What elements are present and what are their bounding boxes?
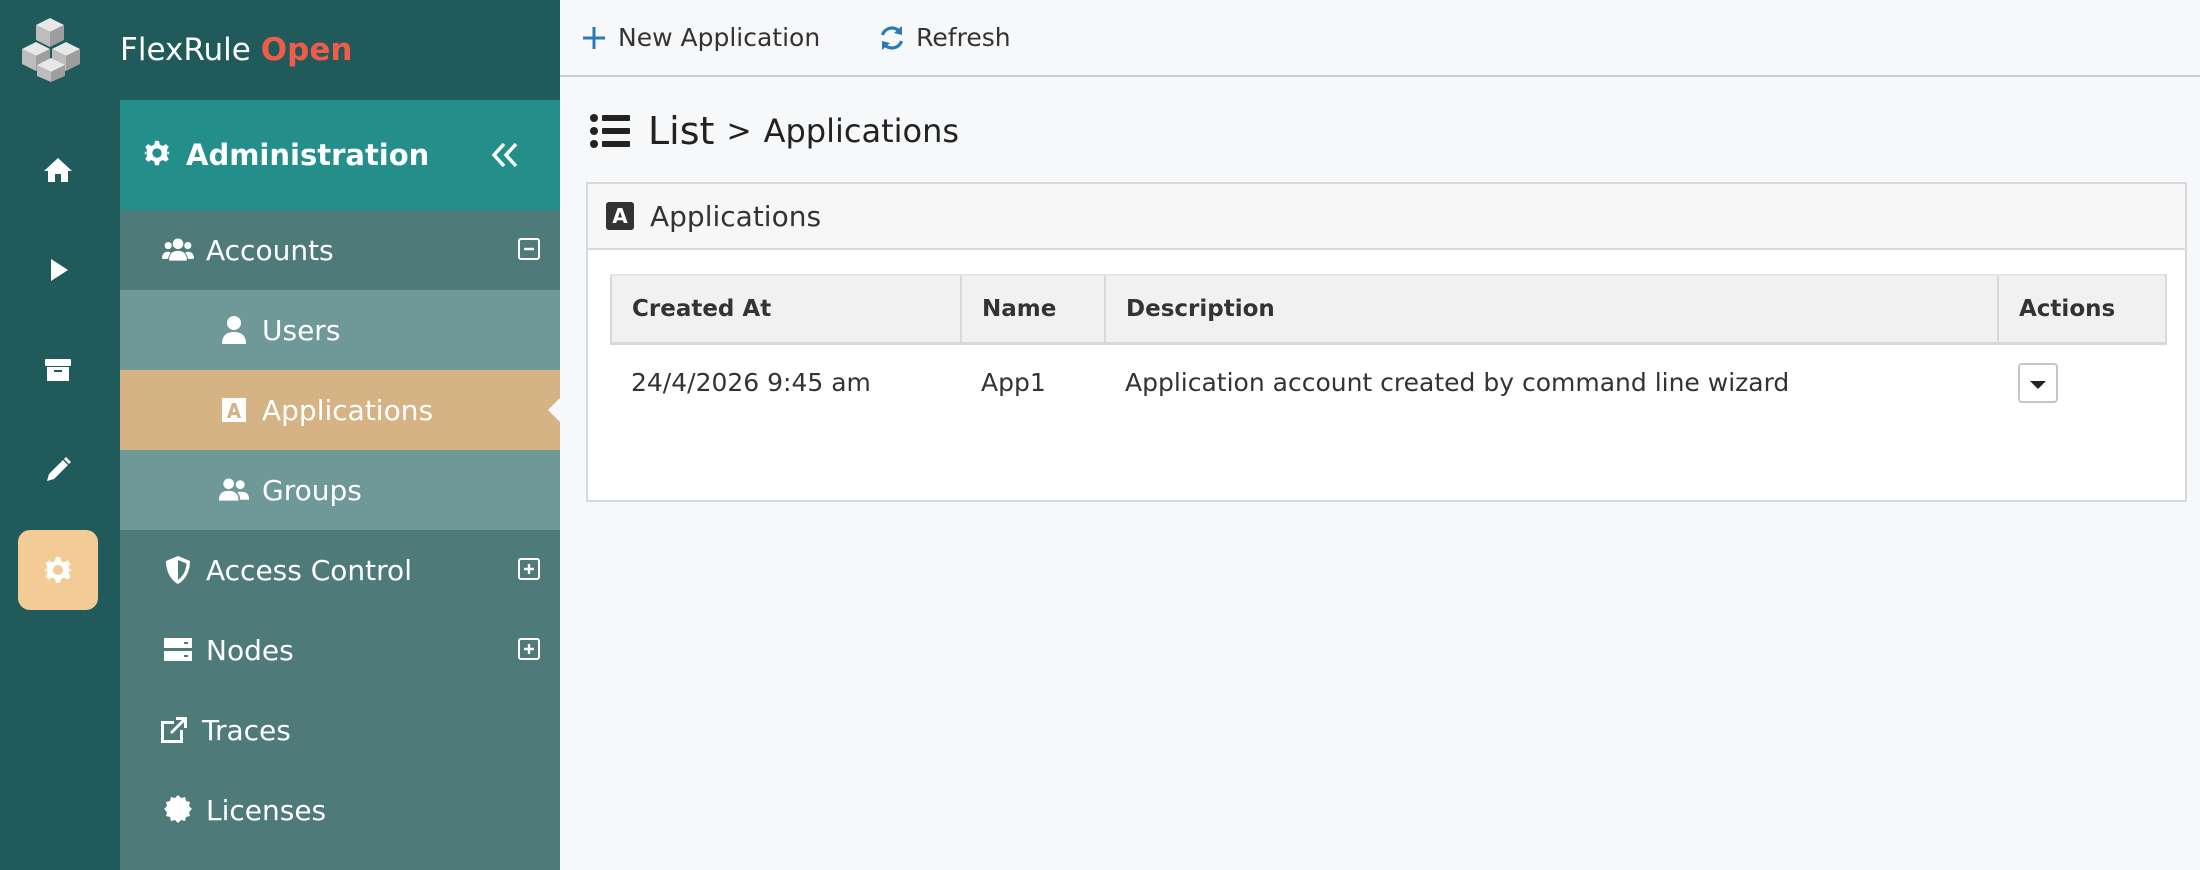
list-icon (590, 114, 630, 148)
group-icon (216, 472, 252, 508)
breadcrumb-separator: > (726, 113, 752, 149)
nav-item-traces[interactable]: Traces (120, 690, 560, 770)
certificate-icon (160, 792, 196, 828)
app-icon: A (606, 202, 634, 230)
gear-icon (45, 557, 71, 583)
gear-icon (142, 138, 172, 172)
archive-icon (45, 359, 71, 381)
cell-description: Application account created by command l… (1125, 368, 1790, 398)
nav-item-label: Applications (262, 393, 434, 427)
caret-down-icon (2030, 380, 2046, 389)
applications-panel: A Applications Created At Name Descripti… (586, 182, 2187, 502)
refresh-label: Refresh (916, 23, 1011, 52)
nav-item-label: Groups (262, 473, 362, 507)
app-icon (216, 392, 252, 428)
refresh-icon (881, 25, 904, 50)
nav-item-groups[interactable]: Groups (120, 450, 560, 530)
rail-edit-button[interactable] (18, 430, 98, 510)
nav-item-label: Access Control (206, 553, 412, 587)
expand-toggle-icon[interactable] (518, 558, 540, 580)
nav-item-label: Licenses (206, 793, 327, 827)
play-icon (51, 259, 68, 281)
column-created-at[interactable]: Created At (610, 274, 961, 345)
external-link-icon (156, 712, 192, 748)
column-name[interactable]: Name (960, 274, 1105, 345)
users-icon (160, 232, 196, 268)
cell-name: App1 (981, 368, 1046, 398)
collapse-toggle-icon[interactable] (518, 238, 540, 260)
nav-header: Administration (120, 100, 560, 210)
breadcrumb-current: Applications (763, 112, 960, 150)
brand-bar: FlexRule Open (120, 0, 560, 100)
user-icon (216, 312, 252, 348)
nav-item-applications[interactable]: Applications (120, 370, 560, 450)
nav-item-label: Users (262, 313, 341, 347)
rail-run-button[interactable] (18, 230, 98, 310)
nav-item-access-control[interactable]: Access Control (120, 530, 560, 610)
new-application-label: New Application (618, 23, 821, 52)
nav-title: Administration (186, 138, 430, 172)
cell-created-at: 24/4/2026 9:45 am (631, 368, 871, 398)
cell-actions (1998, 343, 2166, 421)
brand-text: FlexRule (120, 32, 251, 68)
breadcrumb-root[interactable]: List (648, 109, 714, 153)
panel-header: A Applications (588, 184, 2185, 250)
shield-icon (160, 552, 196, 588)
home-icon (44, 158, 72, 182)
plus-icon (583, 26, 605, 49)
pencil-icon (47, 457, 71, 481)
collapse-sidebar-button[interactable] (488, 138, 522, 172)
table-row[interactable]: 24/4/2026 9:45 am App1 Application accou… (611, 343, 2166, 421)
table-header-row: Created At Name Description Actions (610, 274, 2167, 345)
rail-admin-button[interactable] (18, 530, 98, 610)
breadcrumb: List > Applications (590, 106, 959, 156)
rail-home-button[interactable] (18, 130, 98, 210)
refresh-button[interactable]: Refresh (878, 23, 1011, 52)
nav-item-licenses[interactable]: Licenses (120, 770, 560, 850)
brand-name: FlexRule Open (120, 32, 352, 68)
admin-nav: Administration Accounts Users Applicatio… (120, 100, 560, 870)
double-chevron-left-icon (491, 142, 518, 168)
rail-archive-button[interactable] (18, 330, 98, 410)
applications-table: Created At Name Description Actions 24/4… (610, 274, 2167, 421)
column-actions: Actions (1997, 274, 2167, 345)
nav-item-label: Traces (202, 713, 291, 747)
icon-rail (0, 0, 120, 870)
nav-item-accounts[interactable]: Accounts (120, 210, 560, 290)
brand-suffix: Open (260, 32, 353, 68)
nav-item-label: Accounts (206, 233, 334, 267)
toolbar: New Application Refresh (560, 0, 2200, 77)
panel-title: Applications (650, 199, 822, 233)
server-icon (160, 632, 196, 668)
nav-item-label: Nodes (206, 633, 294, 667)
nav-item-nodes[interactable]: Nodes (120, 610, 560, 690)
new-application-button[interactable]: New Application (580, 23, 820, 52)
actions-dropdown-button[interactable] (2018, 362, 2058, 403)
nav-item-users[interactable]: Users (120, 290, 560, 370)
logo-icon (22, 18, 80, 82)
column-description[interactable]: Description (1104, 274, 1998, 345)
expand-toggle-icon[interactable] (518, 638, 540, 660)
